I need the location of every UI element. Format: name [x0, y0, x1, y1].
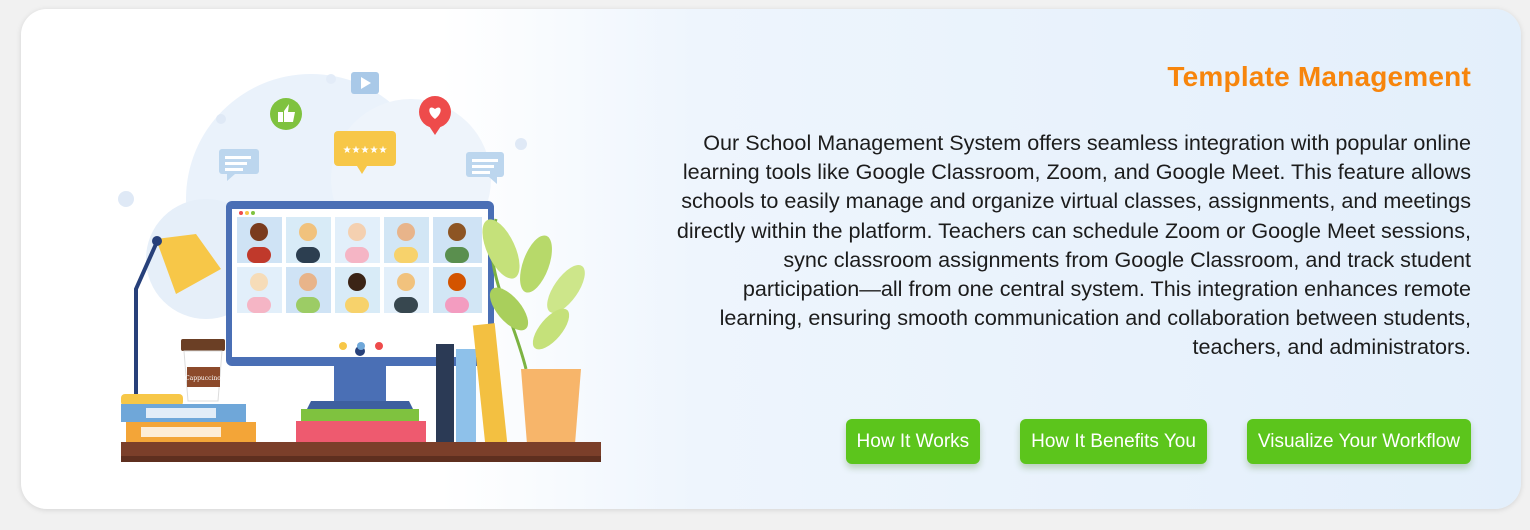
- desk: [121, 442, 601, 456]
- rating-stars: ★★★★★: [343, 145, 388, 156]
- visualize-your-workflow-button[interactable]: Visualize Your Workflow: [1246, 419, 1471, 464]
- cup-label: Cappuccino: [185, 375, 221, 382]
- coffee-cup: Cappuccino: [181, 339, 225, 402]
- how-it-benefits-you-button[interactable]: How It Benefits You: [1020, 419, 1207, 464]
- feature-description: Our School Management System offers seam…: [676, 130, 1471, 360]
- feature-card: ★★★★★ Cappuccino Template Management Our…: [21, 9, 1521, 509]
- online-learning-illustration: ★★★★★ Cappuccino: [118, 72, 601, 462]
- book-stack-left: [121, 404, 256, 442]
- feature-title: Template Management: [1167, 61, 1471, 92]
- video-play-icon: [351, 72, 379, 94]
- how-it-works-button[interactable]: How It Works: [845, 419, 981, 464]
- action-buttons: How It Works How It Benefits You Visuali…: [845, 419, 1471, 464]
- thumbs-up-icon: [270, 98, 302, 130]
